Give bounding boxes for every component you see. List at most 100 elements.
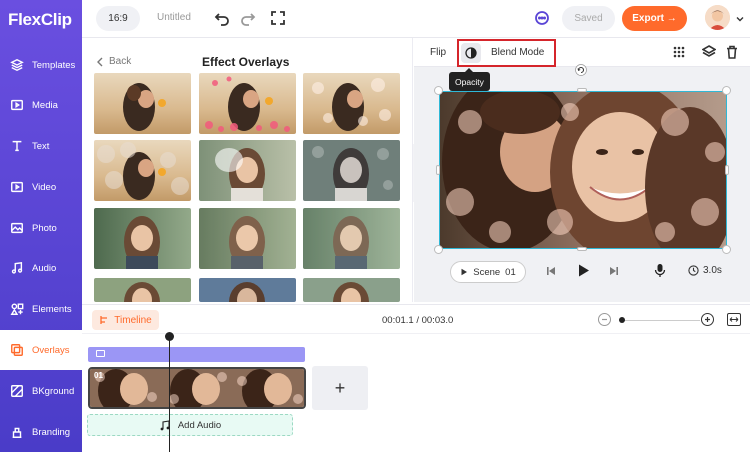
overlay-thumbnail[interactable] — [94, 208, 191, 269]
branding-icon — [10, 425, 24, 439]
opacity-icon[interactable] — [461, 43, 481, 63]
sidebar-item-overlays[interactable]: Overlays — [0, 330, 82, 370]
sidebar-item-media[interactable]: Media — [0, 85, 82, 125]
overlay-thumbnail[interactable] — [94, 140, 191, 201]
previous-icon[interactable] — [545, 265, 557, 280]
layers-icon — [10, 58, 24, 72]
elements-icon — [10, 302, 24, 316]
chevron-down-icon[interactable] — [736, 14, 744, 22]
sidebar-item-background[interactable]: BKground — [0, 371, 82, 411]
resize-handle[interactable] — [436, 165, 440, 175]
player-controls: Scene 01 3.0s — [414, 258, 750, 286]
timeline-button[interactable]: Timeline — [92, 310, 159, 330]
chat-icon[interactable] — [534, 10, 550, 26]
resize-handle[interactable] — [434, 86, 443, 95]
music-icon — [10, 261, 24, 275]
timeline-label: Timeline — [114, 314, 152, 326]
flexclip-logo[interactable]: FlexClip — [8, 10, 72, 30]
zoom-out-icon[interactable] — [598, 313, 611, 326]
video-icon — [10, 180, 24, 194]
rotate-icon[interactable] — [575, 64, 587, 76]
resize-handle[interactable] — [722, 245, 731, 254]
opacity-tooltip: Opacity — [449, 68, 490, 91]
next-icon[interactable] — [608, 265, 620, 280]
sidebar-item-templates[interactable]: Templates — [0, 45, 82, 85]
overlay-clip-icon — [96, 350, 105, 357]
sidebar-item-branding[interactable]: Branding — [0, 412, 82, 452]
sidebar-item-video[interactable]: Video — [0, 167, 82, 207]
grid-icon[interactable] — [672, 45, 686, 59]
overlay-thumbnail[interactable] — [303, 73, 400, 134]
add-scene-button[interactable]: + — [312, 366, 368, 410]
play-icon — [461, 268, 468, 276]
project-title[interactable]: Untitled — [157, 12, 191, 23]
sidebar-item-label: Text — [32, 140, 50, 152]
top-bar: 16:9 Untitled Saved Export → — [82, 0, 750, 38]
resize-handle[interactable] — [722, 86, 731, 95]
logo-text: FlexClip — [8, 10, 72, 29]
back-label: Back — [109, 56, 132, 67]
sidebar-item-label: Audio — [32, 262, 57, 274]
flip-button[interactable]: Flip — [430, 47, 446, 58]
avatar[interactable] — [705, 5, 730, 30]
export-button[interactable]: Export → — [622, 6, 687, 31]
scene-play-button[interactable]: Scene 01 — [450, 261, 526, 283]
overlay-thumbnail[interactable] — [199, 73, 296, 134]
saved-button[interactable]: Saved — [562, 6, 615, 31]
video-track[interactable]: 01 — [88, 367, 306, 409]
undo-icon[interactable] — [214, 10, 230, 26]
sidebar-item-elements[interactable]: Elements — [0, 289, 82, 329]
sidebar-item-label: Video — [32, 181, 57, 193]
resize-handle[interactable] — [725, 165, 729, 175]
play-icon[interactable] — [576, 263, 591, 281]
timeline-header: Timeline 00:01.1 / 00:03.0 — [82, 304, 750, 334]
sidebar-item-label: Media — [32, 99, 58, 111]
blend-mode-button[interactable]: Blend Mode — [491, 47, 544, 58]
overlay-thumbnail[interactable] — [199, 278, 296, 302]
aspect-ratio-button[interactable]: 16:9 — [96, 6, 140, 31]
zoom-slider[interactable] — [620, 320, 700, 321]
overlay-thumbnail[interactable] — [303, 140, 400, 201]
timeline-icon — [100, 316, 108, 324]
media-icon — [10, 98, 24, 112]
layers-icon[interactable] — [701, 45, 717, 59]
overlay-thumbnail[interactable] — [303, 278, 400, 302]
resize-handle[interactable] — [577, 88, 587, 92]
overlay-thumbnail[interactable] — [94, 278, 191, 302]
sidebar: FlexClip Templates Media Text Video Phot… — [0, 0, 82, 452]
sidebar-item-label: BKground — [32, 385, 75, 397]
sidebar-item-label: Photo — [32, 222, 57, 234]
sidebar-item-label: Templates — [32, 59, 76, 71]
redo-icon[interactable] — [240, 10, 256, 26]
playhead[interactable] — [169, 338, 170, 452]
duration-display[interactable]: 3.0s — [688, 265, 722, 276]
fullscreen-icon[interactable] — [270, 10, 286, 26]
microphone-icon[interactable] — [654, 263, 666, 281]
fit-timeline-icon[interactable] — [727, 313, 741, 326]
overlay-thumbnail[interactable] — [303, 208, 400, 269]
sidebar-item-label: Branding — [32, 426, 71, 438]
zoom-slider-handle[interactable] — [619, 317, 625, 323]
scene-number: 01 — [505, 266, 516, 278]
sidebar-item-photo[interactable]: Photo — [0, 208, 82, 248]
background-icon — [10, 384, 24, 398]
overlay-thumbnail[interactable] — [199, 208, 296, 269]
zoom-in-icon[interactable] — [701, 313, 714, 326]
scene-label: Scene — [473, 266, 501, 278]
back-button[interactable]: Back — [96, 56, 131, 67]
sidebar-item-audio[interactable]: Audio — [0, 248, 82, 288]
resize-handle[interactable] — [434, 245, 443, 254]
add-audio-button[interactable]: Add Audio — [87, 414, 293, 436]
overlay-thumbnail[interactable] — [199, 140, 296, 201]
overlays-icon — [10, 343, 24, 357]
clip-frame — [234, 369, 304, 407]
overlay-thumbnail[interactable] — [94, 73, 191, 134]
overlay-track[interactable] — [88, 347, 305, 362]
resize-handle[interactable] — [577, 247, 587, 251]
clip-number: 01 — [94, 371, 103, 380]
trash-icon[interactable] — [725, 45, 739, 59]
sidebar-item-text[interactable]: Text — [0, 126, 82, 166]
timeline-time: 00:01.1 / 00:03.0 — [382, 315, 454, 326]
add-audio-label: Add Audio — [177, 419, 222, 431]
video-canvas[interactable] — [439, 91, 727, 249]
